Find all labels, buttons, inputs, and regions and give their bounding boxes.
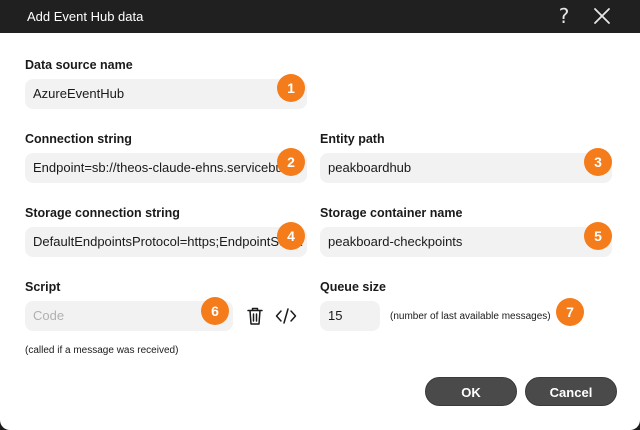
entity-path-input[interactable]: peakboardhub — [320, 153, 612, 183]
badge-1: 1 — [277, 74, 305, 102]
cancel-button[interactable]: Cancel — [525, 377, 617, 406]
badge-4: 4 — [277, 222, 305, 250]
dialog-body: Data source name AzureEventHub 1 Connect… — [0, 33, 640, 430]
storage-container-name-input[interactable]: peakboard-checkpoints — [320, 227, 612, 257]
entity-path-label: Entity path — [320, 132, 385, 146]
question-mark-icon[interactable]: ? — [553, 4, 575, 28]
trash-icon[interactable] — [246, 306, 264, 326]
script-note: (called if a message was received) — [25, 345, 179, 356]
queue-size-note: (number of last available messages) — [390, 311, 551, 322]
queue-size-input[interactable]: 15 — [320, 301, 380, 331]
storage-container-name-label: Storage container name — [320, 206, 463, 220]
script-label: Script — [25, 280, 61, 294]
title-bar: Add Event Hub data ? — [0, 0, 640, 33]
window-title: Add Event Hub data — [27, 9, 144, 24]
badge-5: 5 — [584, 222, 612, 250]
data-source-name-input[interactable]: AzureEventHub — [25, 79, 307, 109]
code-icon[interactable] — [275, 307, 297, 325]
storage-connection-string-input[interactable]: DefaultEndpointsProtocol=https;EndpointS… — [25, 227, 307, 257]
storage-connection-string-label: Storage connection string — [25, 206, 180, 220]
badge-7: 7 — [556, 298, 584, 326]
badge-3: 3 — [584, 148, 612, 176]
connection-string-label: Connection string — [25, 132, 132, 146]
ok-button[interactable]: OK — [425, 377, 517, 406]
badge-2: 2 — [277, 148, 305, 176]
connection-string-input[interactable]: Endpoint=sb://theos-claude-ehns.serviceb… — [25, 153, 307, 183]
queue-size-label: Queue size — [320, 280, 386, 294]
badge-6: 6 — [201, 297, 229, 325]
data-source-name-label: Data source name — [25, 58, 133, 72]
close-icon[interactable] — [591, 5, 613, 27]
